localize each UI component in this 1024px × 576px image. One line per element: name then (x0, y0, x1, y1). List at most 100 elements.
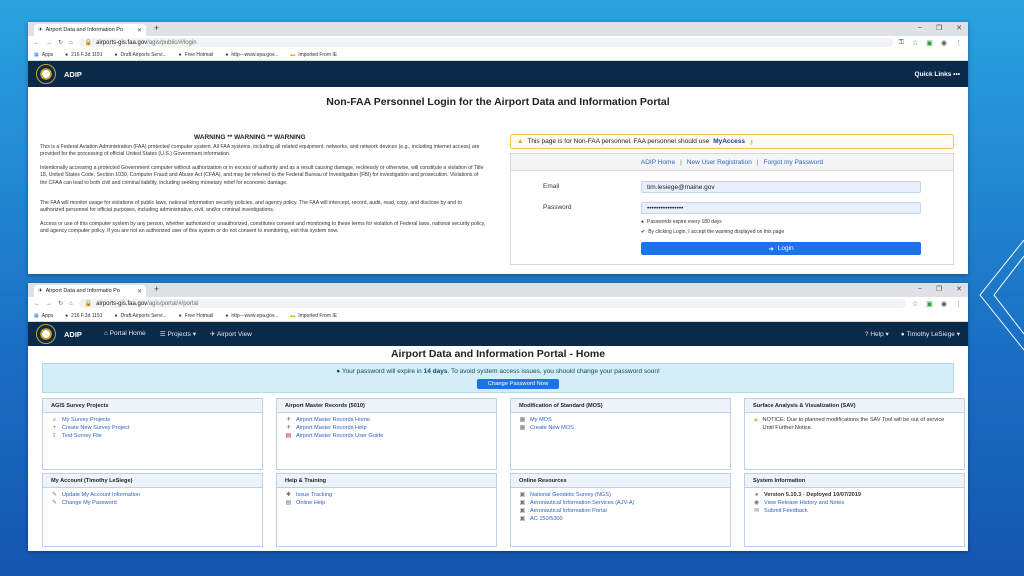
minimize-icon[interactable]: – (918, 285, 922, 293)
amr-user-guide-link[interactable]: ▤ Airport Master Records User Guide (285, 432, 488, 440)
close-window-icon[interactable]: ✕ (956, 24, 962, 32)
update-account-link[interactable]: ✎ Update My Account Information (51, 491, 254, 499)
maximize-icon[interactable]: ❐ (936, 285, 942, 293)
help-menu[interactable]: ? Help ▾ (865, 330, 889, 338)
globe-icon: ● (65, 312, 69, 319)
bookmark-item[interactable]: ● Free Hotmail (179, 52, 214, 58)
card-title: My Account (Timothy LeSiege) (43, 474, 262, 488)
new-tab-icon[interactable]: + (154, 284, 159, 294)
login-browser-window: ✈ Airport Data and Information Po ✕ + – … (28, 22, 968, 274)
ngs-link[interactable]: ▣ National Geodetic Survey (NGS) (519, 491, 722, 499)
extension-icon[interactable]: ▣ (926, 39, 933, 47)
test-survey-file-link[interactable]: ⇪ Test Survey File (51, 432, 254, 440)
password-expiry-message: ● Your password will expire in 14 days. … (336, 368, 660, 375)
home-icon[interactable]: ⌂ (69, 40, 73, 46)
login-panel: ADIP Home | New User Registration | Forg… (510, 153, 954, 265)
lock-icon: 🔒 (84, 301, 93, 307)
amr-help-link[interactable]: ✈ Airport Master Records Help (285, 424, 488, 432)
browser-tab[interactable]: ✈ Airport Data and Informatio Po ✕ (34, 285, 146, 297)
faa-logo-icon[interactable] (36, 324, 56, 344)
brand-name[interactable]: ADIP (64, 70, 82, 79)
myaccess-link[interactable]: MyAccess (713, 138, 745, 145)
globe-icon: ● (178, 312, 182, 319)
forgot-password-link[interactable]: Forgot my Password (764, 159, 824, 166)
issue-tracking-link[interactable]: ✱ Issue Tracking (285, 491, 488, 499)
faa-logo-icon[interactable] (36, 64, 56, 84)
projects-menu[interactable]: ☰ Projects ▾ (160, 330, 196, 338)
card-airport-master-records: Airport Master Records (5010) ✈ Airport M… (276, 398, 497, 470)
bookmark-folder[interactable]: ▬ Imported From IE (290, 52, 337, 58)
bookmark-item[interactable]: ● Draft Airports Servi... (115, 52, 167, 58)
airport-view-link[interactable]: ✈ Airport View (210, 330, 252, 338)
bookmark-apps[interactable]: ▦ Apps (34, 52, 53, 58)
warning-triangle-icon: ▲ (517, 138, 524, 145)
ajv-a-link[interactable]: ▣ Aeronautical Information Services (AJV-… (519, 499, 722, 507)
close-tab-icon[interactable]: ✕ (137, 27, 142, 34)
maximize-icon[interactable]: ❐ (936, 24, 942, 32)
browser-tab[interactable]: ✈ Airport Data and Information Po ✕ (34, 24, 146, 36)
create-mos-link[interactable]: ▦ Create New MOS (519, 424, 722, 432)
forward-icon[interactable]: → (46, 40, 52, 46)
bookmark-item[interactable]: ● Draft Airports Servi... (115, 313, 167, 319)
new-tab-icon[interactable]: + (154, 23, 159, 33)
star-icon[interactable]: ☆ (912, 300, 918, 308)
reload-icon[interactable]: ↻ (58, 300, 63, 307)
card-my-account: My Account (Timothy LeSiege) ✎ Update My … (42, 473, 263, 547)
back-icon[interactable]: ← (34, 301, 40, 307)
bookmark-item[interactable]: ● Free Hotmail (179, 313, 214, 319)
warning-paragraph: Intentionally accessing a protected Gove… (40, 165, 484, 186)
bookmark-item[interactable]: ● 216 F.3d 1191 (65, 313, 102, 319)
change-password-button[interactable]: Change Password Now (477, 379, 559, 389)
lock-icon: 🔒 (84, 40, 93, 46)
warning-heading: WARNING ** WARNING ** WARNING (194, 134, 306, 141)
bookmark-apps[interactable]: ▦ Apps (34, 313, 53, 319)
reload-icon[interactable]: ↻ (58, 39, 63, 46)
create-survey-project-link[interactable]: + Create New Survey Project (51, 424, 254, 432)
my-mos-link[interactable]: ▦ My MOS (519, 416, 722, 424)
online-help-link[interactable]: ▤ Online Help (285, 499, 488, 507)
adip-home-link[interactable]: ADIP Home (641, 159, 675, 166)
profile-icon[interactable]: ◉ (941, 300, 947, 308)
menu-icon[interactable]: ⋮ (955, 300, 962, 308)
info-icon: ● (336, 368, 341, 375)
info-icon: ● (641, 219, 645, 225)
close-window-icon[interactable]: ✕ (956, 285, 962, 293)
amr-home-link[interactable]: ✈ Airport Master Records Home (285, 416, 488, 424)
warning-paragraph: This is a Federal Aviation Administratio… (40, 144, 480, 158)
new-user-registration-link[interactable]: New User Registration (687, 159, 752, 166)
aeronautical-portal-link[interactable]: ▣ Aeronautical Information Portal (519, 507, 722, 515)
adip-navbar: ADIP Quick Links ••• (28, 61, 968, 87)
release-history-link[interactable]: ◉ View Release History and Notes (753, 499, 956, 507)
brand-name[interactable]: ADIP (64, 330, 82, 339)
globe-icon: ● (114, 51, 118, 58)
bookmark-folder[interactable]: ▬ Imported From IE (290, 313, 337, 319)
ac-150-5300-link[interactable]: ▣ AC 150/5300 (519, 515, 722, 523)
sign-in-icon: ➜ (768, 245, 774, 253)
menu-icon[interactable]: ⋮ (955, 39, 962, 47)
url-field[interactable]: 🔒 airports-gis.faa.gov/agis/public/#/log… (78, 38, 893, 47)
change-password-link[interactable]: ✎ Change My Password (51, 499, 254, 507)
key-icon[interactable]: ⚿ (899, 39, 904, 47)
minimize-icon[interactable]: – (918, 24, 922, 32)
close-tab-icon[interactable]: ✕ (137, 288, 142, 295)
profile-icon[interactable]: ◉ (941, 39, 947, 47)
back-icon[interactable]: ← (34, 40, 40, 46)
url-field[interactable]: 🔒 airports-gis.faa.gov/agis/portal/#/por… (78, 299, 906, 308)
bookmark-item[interactable]: ● 216 F.3d 1191 (65, 52, 102, 58)
user-menu[interactable]: ● Timothy LeSiege ▾ (901, 330, 960, 338)
password-field[interactable]: •••••••••••••••• (641, 202, 921, 214)
my-survey-projects-link[interactable]: ⌕ My Survey Projects (51, 416, 254, 424)
home-icon[interactable]: ⌂ (69, 301, 73, 307)
bookmark-item[interactable]: ● http---www.epa.gov... (225, 313, 278, 319)
email-field[interactable]: tim.lesiege@maine.gov (641, 181, 921, 193)
warning-paragraph: The FAA will monitor usage for violation… (40, 200, 462, 214)
star-icon[interactable]: ☆ (912, 39, 918, 47)
login-button[interactable]: ➜ Login (641, 242, 921, 255)
decorative-lines (979, 240, 1024, 350)
forward-icon[interactable]: → (46, 301, 52, 307)
bookmark-item[interactable]: ● http---www.epa.gov... (225, 52, 278, 58)
portal-home-link[interactable]: ⌂ Portal Home (104, 330, 146, 338)
quick-links-menu[interactable]: Quick Links ••• (915, 71, 960, 78)
extension-icon[interactable]: ▣ (926, 300, 933, 308)
submit-feedback-link[interactable]: ✉ Submit Feedback (753, 507, 956, 515)
